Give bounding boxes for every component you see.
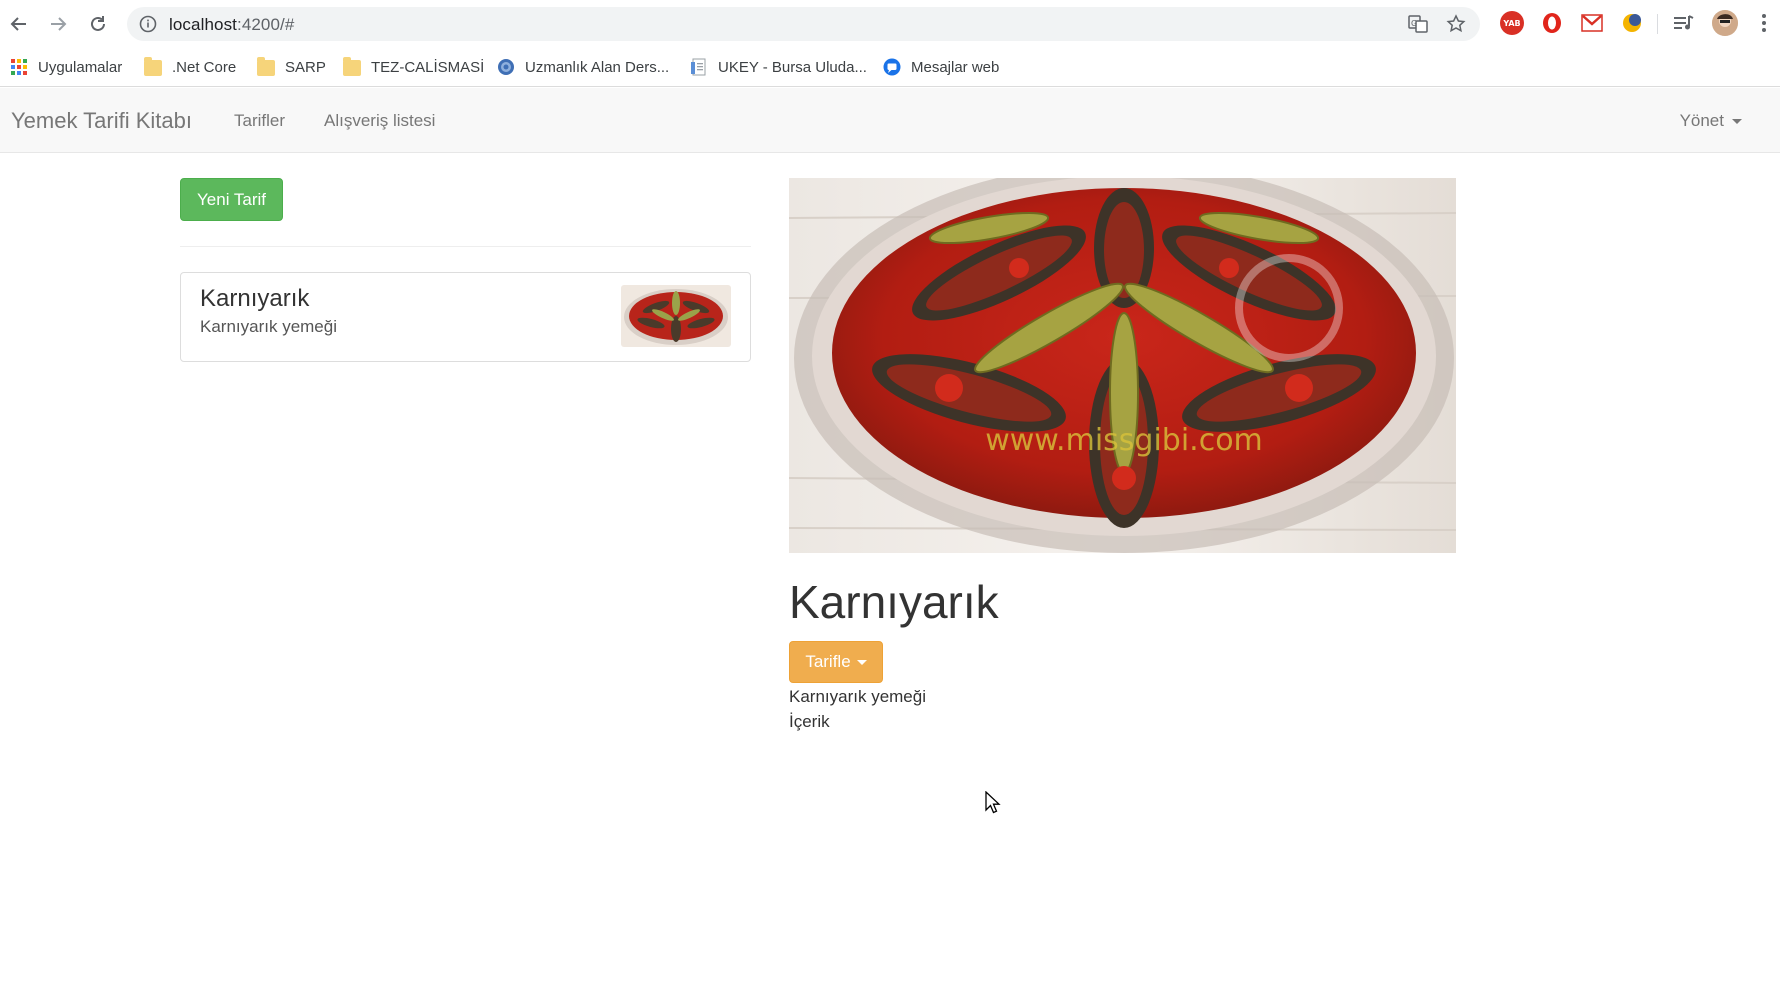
bookmark-label: UKEY - Bursa Uluda... (718, 58, 867, 76)
bookmark-ukey[interactable]: UKEY - Bursa Uluda... (690, 56, 867, 78)
recipe-ingredients-label: İçerik (789, 712, 830, 731)
bookmark-label: Uygulamalar (38, 58, 123, 76)
folder-icon (257, 57, 275, 76)
profile-avatar[interactable] (1712, 10, 1738, 36)
bookmark-label: TEZ-CALİSMASİ (371, 58, 485, 76)
recipe-hero-image: www.missgibi.com (789, 178, 1456, 553)
reload-icon[interactable] (82, 8, 114, 40)
opera-extension-icon[interactable] (1540, 11, 1564, 35)
recipe-detail-title: Karnıyarık (789, 576, 999, 628)
forward-arrow-icon[interactable] (42, 8, 74, 40)
document-icon (690, 58, 708, 76)
folder-icon (144, 57, 162, 76)
bookmark-label: Uzmanlık Alan Ders... (525, 58, 670, 76)
recipe-detail-description: Karnıyarık yemeği (789, 687, 926, 706)
url-text[interactable]: localhost:4200/# (169, 15, 294, 35)
recipe-list-item[interactable]: Karnıyarık Karnıyarık yemeği (180, 272, 751, 362)
caret-down-icon (856, 659, 867, 665)
bookmark-label: .Net Core (172, 58, 237, 76)
app-navbar: Yemek Tarifi Kitabı Tarifler Alışveriş l… (0, 88, 1780, 153)
address-bar[interactable]: localhost:4200/# G (127, 7, 1480, 41)
bookmark-uzmanlik[interactable]: Uzmanlık Alan Ders... (497, 56, 669, 78)
image-watermark: www.missgibi.com (985, 423, 1263, 458)
gmail-icon[interactable] (1580, 11, 1604, 35)
manage-dropdown[interactable]: Yönet (1680, 111, 1742, 131)
mouse-cursor-icon (985, 790, 1001, 815)
bookmark-tez-calismasi[interactable]: TEZ-CALİSMASİ (343, 56, 484, 78)
manage-label: Yönet (1679, 111, 1724, 130)
folder-icon (343, 57, 361, 76)
site-info-icon[interactable] (139, 15, 157, 33)
recipe-actions-label: Tarifle (805, 652, 851, 671)
bookmark-label: SARP (285, 58, 326, 76)
svg-text:G: G (1411, 19, 1417, 28)
media-control-icon[interactable] (1672, 11, 1696, 35)
new-recipe-button[interactable]: Yeni Tarif (180, 178, 283, 221)
bookmark-mesajlar[interactable]: Mesajlar web (883, 56, 999, 78)
bookmark-net-core[interactable]: .Net Core (144, 56, 236, 78)
globe-icon (497, 58, 515, 76)
nav-link-tarifler[interactable]: Tarifler (234, 111, 285, 131)
apps-grid-icon (10, 58, 28, 76)
browser-toolbar: localhost:4200/# G YAB (0, 0, 1780, 47)
recipe-actions-dropdown[interactable]: Tarifle (789, 641, 883, 683)
recipe-item-title: Karnıyarık (200, 285, 310, 312)
list-divider (180, 246, 751, 247)
recipe-item-description: Karnıyarık yemeği (200, 317, 337, 336)
bookmark-uygulamalar[interactable]: Uygulamalar (10, 56, 122, 78)
navbar-brand[interactable]: Yemek Tarifi Kitabı (11, 108, 192, 134)
kebab-menu-icon[interactable] (1752, 11, 1776, 35)
nav-link-alisveris[interactable]: Alışveriş listesi (324, 111, 435, 131)
yab-extension-icon[interactable]: YAB (1500, 11, 1524, 35)
back-arrow-icon[interactable] (3, 8, 35, 40)
url-host: localhost (169, 15, 237, 34)
bookmark-sarp[interactable]: SARP (257, 56, 326, 78)
bookmark-label: Mesajlar web (911, 58, 1000, 76)
star-icon[interactable] (1445, 13, 1467, 35)
caret-down-icon (1732, 118, 1742, 124)
recipe-thumbnail (621, 285, 731, 347)
url-rest: :4200/# (237, 15, 295, 34)
messages-icon (883, 58, 901, 76)
bookmarks-bar: Uygulamalar .Net Core SARP TEZ-CALİSMASİ… (0, 47, 1780, 87)
translate-icon[interactable]: G (1407, 13, 1429, 35)
toolbar-separator (1657, 14, 1658, 34)
moon-extension-icon[interactable] (1620, 11, 1644, 35)
